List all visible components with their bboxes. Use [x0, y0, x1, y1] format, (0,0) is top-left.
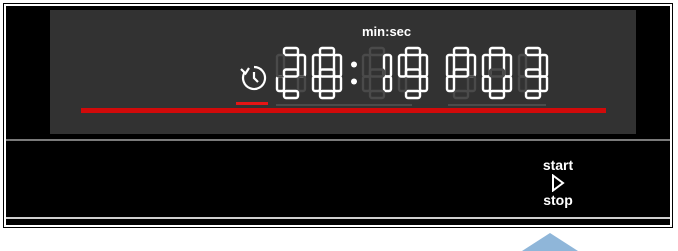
- segment-c: [538, 75, 549, 93]
- segment-d: [368, 89, 386, 100]
- colon-dot: [351, 61, 357, 68]
- segment-g: [488, 68, 506, 78]
- segment-c: [502, 75, 513, 93]
- segment-e: [361, 75, 372, 93]
- segment-g: [318, 68, 336, 78]
- program-display: [445, 46, 549, 100]
- panel-divider: [6, 139, 670, 141]
- segment-a: [318, 46, 336, 57]
- arrow-up-icon: [522, 233, 578, 251]
- start-stop-button[interactable]: start stop: [528, 158, 588, 208]
- segment-d: [404, 89, 422, 100]
- segment-a: [452, 46, 470, 57]
- segment-g: [524, 68, 542, 78]
- segment-c: [466, 75, 477, 93]
- segment-a: [368, 46, 386, 57]
- progress-indicator-bar: [81, 108, 606, 113]
- panel-bottom-edge: [6, 217, 670, 219]
- segment-e: [397, 75, 408, 93]
- segment-e: [311, 75, 322, 93]
- segment-a: [282, 46, 300, 57]
- segment-d: [524, 89, 542, 100]
- segment-g: [452, 68, 470, 78]
- timer-icon[interactable]: [237, 61, 271, 95]
- segment-g: [282, 68, 300, 78]
- segment-a: [404, 46, 422, 57]
- segment-d: [488, 89, 506, 100]
- segment-d: [452, 89, 470, 100]
- segment-e: [275, 75, 286, 93]
- display-window: min:sec: [50, 10, 636, 134]
- segment-e: [517, 75, 528, 93]
- segment-c: [418, 75, 429, 93]
- oven-control-panel: min:sec start stop: [3, 3, 673, 228]
- play-icon: [552, 174, 565, 192]
- timer-active-indicator: [236, 102, 268, 105]
- colon-dot: [351, 78, 357, 85]
- segment-e: [481, 75, 492, 93]
- segment-c: [332, 75, 343, 93]
- time-underline: [276, 104, 412, 106]
- segment-a: [488, 46, 506, 57]
- segment-c: [296, 75, 307, 93]
- segment-d: [318, 89, 336, 100]
- program-underline: [448, 104, 546, 106]
- unit-label: min:sec: [362, 24, 412, 39]
- segment-g: [368, 68, 386, 78]
- stop-label: stop: [543, 192, 573, 208]
- start-label: start: [542, 157, 574, 173]
- segment-g: [404, 68, 422, 78]
- segment-d: [282, 89, 300, 100]
- segment-c: [382, 75, 393, 93]
- segment-a: [524, 46, 542, 57]
- segment-e: [445, 75, 456, 93]
